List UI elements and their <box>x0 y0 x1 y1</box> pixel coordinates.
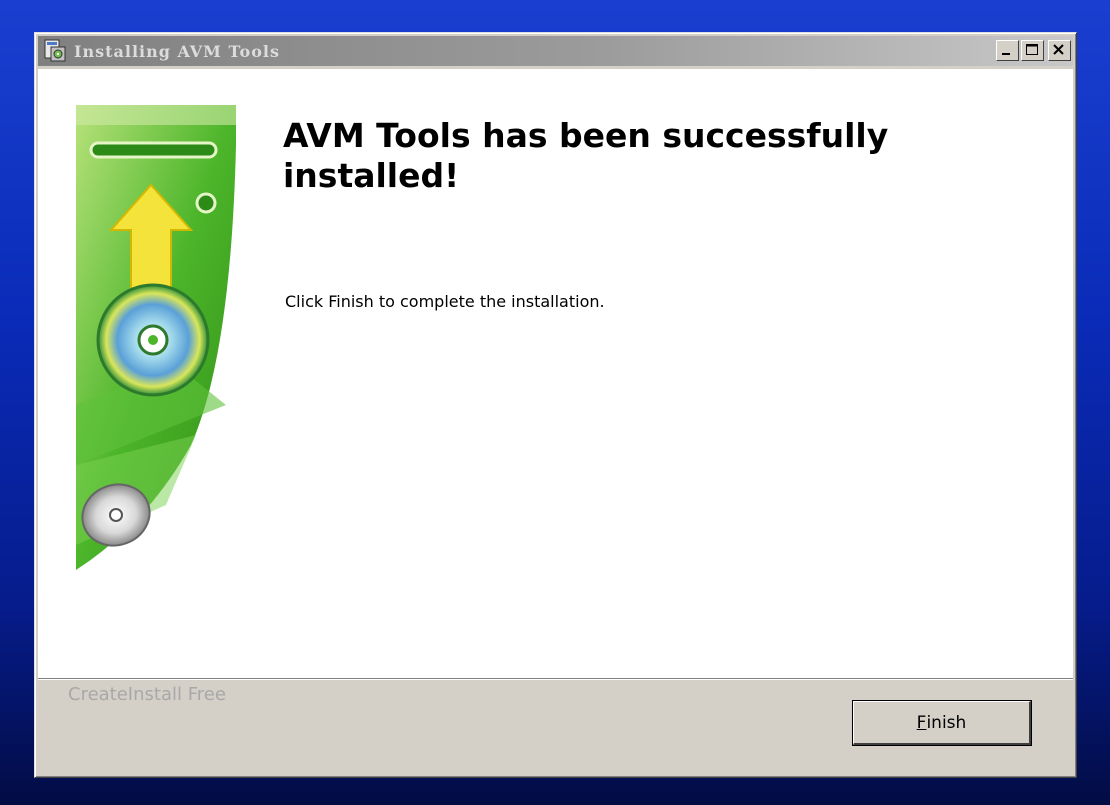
minimize-button[interactable] <box>996 40 1019 61</box>
close-button[interactable] <box>1048 40 1071 61</box>
installer-brand-label: CreateInstall Free <box>68 684 226 705</box>
installer-app-icon <box>44 39 66 62</box>
installer-window: Installing AVM Tools AVM Tools has been … <box>34 32 1077 778</box>
maximize-icon <box>1026 44 1038 55</box>
finish-button[interactable]: Finish <box>852 700 1032 746</box>
window-title: Installing AVM Tools <box>74 41 280 61</box>
finish-mnemonic: F <box>916 712 927 733</box>
success-heading: AVM Tools has been successfully installe… <box>283 116 889 195</box>
close-icon <box>1053 44 1064 55</box>
title-bar[interactable]: Installing AVM Tools <box>38 36 1073 66</box>
finish-label: inish <box>926 712 967 733</box>
completion-message: Click Finish to complete the installatio… <box>285 292 605 311</box>
content-panel: AVM Tools has been successfully installe… <box>38 69 1073 678</box>
minimize-icon <box>1002 53 1010 55</box>
maximize-button[interactable] <box>1021 40 1044 61</box>
installer-sidebar-graphic <box>76 105 236 570</box>
footer-separator <box>38 678 1073 680</box>
